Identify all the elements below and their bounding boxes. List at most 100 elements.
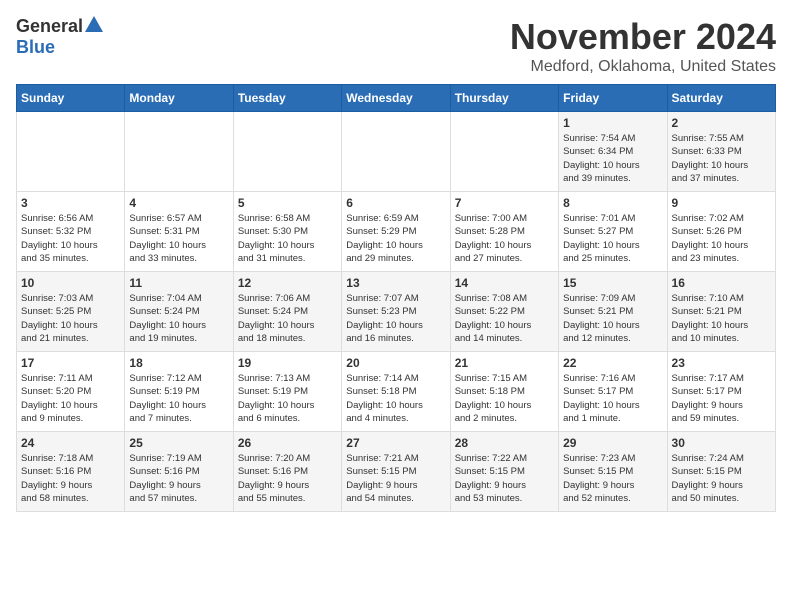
day-number: 9 — [672, 196, 771, 210]
header: General Blue November 2024 Medford, Okla… — [16, 16, 776, 76]
day-number: 20 — [346, 356, 445, 370]
day-info: Sunrise: 7:21 AM Sunset: 5:15 PM Dayligh… — [346, 452, 445, 505]
calendar-cell: 8 Sunrise: 7:01 AM Sunset: 5:27 PM Daylig… — [559, 192, 667, 272]
logo-general-text: General — [16, 16, 83, 37]
calendar-cell: 5Sunrise: 6:58 AM Sunset: 5:30 PM Daylig… — [233, 192, 341, 272]
day-info: Sunrise: 7:23 AM Sunset: 5:15 PM Dayligh… — [563, 452, 662, 505]
day-info: Sunrise: 7:11 AM Sunset: 5:20 PM Dayligh… — [21, 372, 120, 425]
day-number: 4 — [129, 196, 228, 210]
day-info: Sunrise: 6:56 AM Sunset: 5:32 PM Dayligh… — [21, 212, 120, 265]
calendar-cell: 24Sunrise: 7:18 AM Sunset: 5:16 PM Dayli… — [17, 432, 125, 512]
title-section: November 2024 Medford, Oklahoma, United … — [510, 16, 776, 76]
day-number: 30 — [672, 436, 771, 450]
day-number: 23 — [672, 356, 771, 370]
day-info: Sunrise: 7:08 AM Sunset: 5:22 PM Dayligh… — [455, 292, 554, 345]
day-info: Sunrise: 7:02 AM Sunset: 5:26 PM Dayligh… — [672, 212, 771, 265]
column-header-tuesday: Tuesday — [233, 85, 341, 112]
calendar-cell: 9 Sunrise: 7:02 AM Sunset: 5:26 PM Daylig… — [667, 192, 775, 272]
day-info: Sunrise: 7:00 AM Sunset: 5:28 PM Dayligh… — [455, 212, 554, 265]
day-info: Sunrise: 7:55 AM Sunset: 6:33 PM Dayligh… — [672, 132, 771, 185]
day-number: 6 — [346, 196, 445, 210]
calendar-cell — [233, 112, 341, 192]
day-info: Sunrise: 7:19 AM Sunset: 5:16 PM Dayligh… — [129, 452, 228, 505]
logo: General Blue — [16, 16, 103, 58]
calendar-cell: 14Sunrise: 7:08 AM Sunset: 5:22 PM Dayli… — [450, 272, 558, 352]
calendar-cell: 19Sunrise: 7:13 AM Sunset: 5:19 PM Dayli… — [233, 352, 341, 432]
calendar-week-row: 24Sunrise: 7:18 AM Sunset: 5:16 PM Dayli… — [17, 432, 776, 512]
calendar-cell: 27 Sunrise: 7:21 AM Sunset: 5:15 PM Dayli… — [342, 432, 450, 512]
day-info: Sunrise: 7:07 AM Sunset: 5:23 PM Dayligh… — [346, 292, 445, 345]
calendar-cell: 25 Sunrise: 7:19 AM Sunset: 5:16 PM Dayli… — [125, 432, 233, 512]
day-number: 18 — [129, 356, 228, 370]
day-number: 29 — [563, 436, 662, 450]
calendar-week-row: 3 Sunrise: 6:56 AM Sunset: 5:32 PM Daylig… — [17, 192, 776, 272]
calendar-cell: 2Sunrise: 7:55 AM Sunset: 6:33 PM Daylig… — [667, 112, 775, 192]
day-number: 28 — [455, 436, 554, 450]
calendar-week-row: 10 Sunrise: 7:03 AM Sunset: 5:25 PM Dayli… — [17, 272, 776, 352]
day-info: Sunrise: 7:14 AM Sunset: 5:18 PM Dayligh… — [346, 372, 445, 425]
day-number: 24 — [21, 436, 120, 450]
calendar-cell: 23 Sunrise: 7:17 AM Sunset: 5:17 PM Dayli… — [667, 352, 775, 432]
column-header-friday: Friday — [559, 85, 667, 112]
calendar-cell: 10 Sunrise: 7:03 AM Sunset: 5:25 PM Dayli… — [17, 272, 125, 352]
day-info: Sunrise: 7:01 AM Sunset: 5:27 PM Dayligh… — [563, 212, 662, 265]
day-info: Sunrise: 6:58 AM Sunset: 5:30 PM Dayligh… — [238, 212, 337, 265]
day-info: Sunrise: 7:12 AM Sunset: 5:19 PM Dayligh… — [129, 372, 228, 425]
calendar-cell: 11 Sunrise: 7:04 AM Sunset: 5:24 PM Dayli… — [125, 272, 233, 352]
column-header-wednesday: Wednesday — [342, 85, 450, 112]
day-number: 8 — [563, 196, 662, 210]
location-title: Medford, Oklahoma, United States — [510, 58, 776, 76]
day-info: Sunrise: 6:57 AM Sunset: 5:31 PM Dayligh… — [129, 212, 228, 265]
calendar-cell: 21 Sunrise: 7:15 AM Sunset: 5:18 PM Dayli… — [450, 352, 558, 432]
day-info: Sunrise: 7:06 AM Sunset: 5:24 PM Dayligh… — [238, 292, 337, 345]
column-header-thursday: Thursday — [450, 85, 558, 112]
day-number: 16 — [672, 276, 771, 290]
calendar-cell — [342, 112, 450, 192]
day-info: Sunrise: 7:13 AM Sunset: 5:19 PM Dayligh… — [238, 372, 337, 425]
calendar-cell: 6 Sunrise: 6:59 AM Sunset: 5:29 PM Daylig… — [342, 192, 450, 272]
day-number: 25 — [129, 436, 228, 450]
day-number: 17 — [21, 356, 120, 370]
day-info: Sunrise: 7:54 AM Sunset: 6:34 PM Dayligh… — [563, 132, 662, 185]
calendar-cell: 20 Sunrise: 7:14 AM Sunset: 5:18 PM Dayli… — [342, 352, 450, 432]
day-number: 1 — [563, 116, 662, 130]
calendar-cell: 4 Sunrise: 6:57 AM Sunset: 5:31 PM Daylig… — [125, 192, 233, 272]
day-number: 13 — [346, 276, 445, 290]
logo-blue-text: Blue — [16, 37, 55, 57]
calendar-cell: 12Sunrise: 7:06 AM Sunset: 5:24 PM Dayli… — [233, 272, 341, 352]
calendar-cell: 29 Sunrise: 7:23 AM Sunset: 5:15 PM Dayli… — [559, 432, 667, 512]
calendar-week-row: 1 Sunrise: 7:54 AM Sunset: 6:34 PM Daylig… — [17, 112, 776, 192]
day-number: 10 — [21, 276, 120, 290]
day-number: 15 — [563, 276, 662, 290]
day-info: Sunrise: 7:17 AM Sunset: 5:17 PM Dayligh… — [672, 372, 771, 425]
day-info: Sunrise: 7:09 AM Sunset: 5:21 PM Dayligh… — [563, 292, 662, 345]
day-info: Sunrise: 6:59 AM Sunset: 5:29 PM Dayligh… — [346, 212, 445, 265]
calendar-cell — [450, 112, 558, 192]
calendar-cell: 15 Sunrise: 7:09 AM Sunset: 5:21 PM Dayli… — [559, 272, 667, 352]
calendar-cell: 28 Sunrise: 7:22 AM Sunset: 5:15 PM Dayli… — [450, 432, 558, 512]
column-header-monday: Monday — [125, 85, 233, 112]
day-info: Sunrise: 7:04 AM Sunset: 5:24 PM Dayligh… — [129, 292, 228, 345]
calendar-cell: 3 Sunrise: 6:56 AM Sunset: 5:32 PM Daylig… — [17, 192, 125, 272]
column-header-saturday: Saturday — [667, 85, 775, 112]
calendar-week-row: 17 Sunrise: 7:11 AM Sunset: 5:20 PM Dayli… — [17, 352, 776, 432]
day-number: 22 — [563, 356, 662, 370]
day-number: 3 — [21, 196, 120, 210]
day-number: 7 — [455, 196, 554, 210]
day-number: 21 — [455, 356, 554, 370]
day-number: 26 — [238, 436, 337, 450]
calendar-cell: 30Sunrise: 7:24 AM Sunset: 5:15 PM Dayli… — [667, 432, 775, 512]
day-number: 27 — [346, 436, 445, 450]
day-info: Sunrise: 7:03 AM Sunset: 5:25 PM Dayligh… — [21, 292, 120, 345]
day-info: Sunrise: 7:22 AM Sunset: 5:15 PM Dayligh… — [455, 452, 554, 505]
calendar-cell: 17 Sunrise: 7:11 AM Sunset: 5:20 PM Dayli… — [17, 352, 125, 432]
calendar-cell: 16 Sunrise: 7:10 AM Sunset: 5:21 PM Dayli… — [667, 272, 775, 352]
day-info: Sunrise: 7:20 AM Sunset: 5:16 PM Dayligh… — [238, 452, 337, 505]
day-info: Sunrise: 7:16 AM Sunset: 5:17 PM Dayligh… — [563, 372, 662, 425]
calendar-cell: 22 Sunrise: 7:16 AM Sunset: 5:17 PM Dayli… — [559, 352, 667, 432]
calendar-cell: 13 Sunrise: 7:07 AM Sunset: 5:23 PM Dayli… — [342, 272, 450, 352]
day-number: 11 — [129, 276, 228, 290]
day-info: Sunrise: 7:15 AM Sunset: 5:18 PM Dayligh… — [455, 372, 554, 425]
day-info: Sunrise: 7:10 AM Sunset: 5:21 PM Dayligh… — [672, 292, 771, 345]
calendar-cell: 1 Sunrise: 7:54 AM Sunset: 6:34 PM Daylig… — [559, 112, 667, 192]
